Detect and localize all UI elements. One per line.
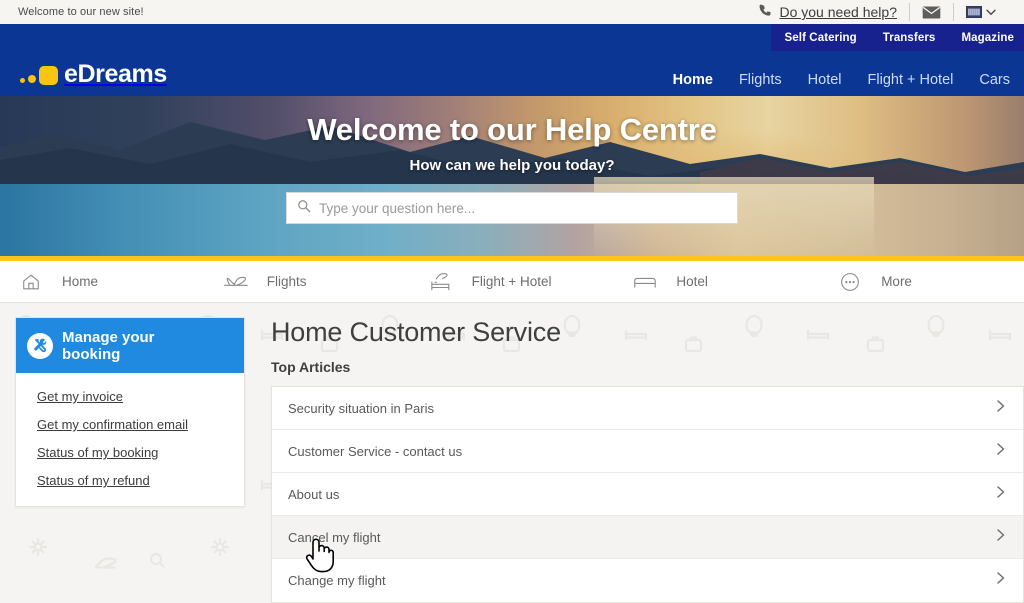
page-title: Home Customer Service [271, 317, 561, 347]
article-row-security-situation-in-paris[interactable]: Security situation in Paris [272, 387, 1023, 430]
chevron-right-icon [995, 441, 1007, 462]
subnav-item-magazine[interactable]: Magazine [961, 32, 1014, 44]
logo-dot-small-icon [20, 78, 25, 83]
article-row-change-my-flight[interactable]: Change my flight [272, 559, 1023, 602]
article-label: Customer Service - contact us [288, 443, 463, 459]
article-row-customer-service-contact-us[interactable]: Customer Service - contact us [272, 430, 1023, 473]
page-body: Manage your booking Get my invoice Get m… [0, 303, 1024, 603]
manage-booking-links: Get my invoice Get my confirmation email… [16, 373, 244, 506]
top-articles-list: Security situation in Paris Customer Ser… [271, 386, 1024, 603]
help-search-box[interactable] [286, 192, 738, 224]
chevron-right-icon [995, 570, 1007, 591]
article-label: Change my flight [288, 573, 386, 588]
link-status-of-my-booking[interactable]: Status of my booking [16, 445, 244, 460]
chevron-right-icon [995, 527, 1007, 548]
need-help-label: Do you need help? [779, 4, 897, 20]
tools-icon [27, 332, 53, 359]
category-flight-hotel-label: Flight + Hotel [471, 274, 552, 289]
category-flight-hotel[interactable]: Flight + Hotel [410, 271, 615, 293]
manage-booking-widget: Manage your booking Get my invoice Get m… [15, 317, 245, 507]
logo-square-icon [39, 66, 58, 85]
main-content: Home Customer Service Top Articles Secur… [245, 317, 1024, 603]
category-flights-label: Flights [266, 274, 307, 289]
article-label: Cancel my flight [288, 529, 381, 545]
need-help-link[interactable]: Do you need help? [758, 3, 909, 21]
category-hotel-label: Hotel [676, 274, 708, 289]
nav-item-home[interactable]: Home [673, 72, 713, 88]
article-row-cancel-my-flight[interactable]: Cancel my flight [272, 516, 1023, 559]
airplane-icon [205, 272, 267, 292]
chevron-right-icon [995, 484, 1007, 505]
utility-actions: Do you need help? [758, 0, 1010, 24]
house-icon [0, 272, 62, 292]
envelope-icon [922, 5, 941, 19]
nav-item-hotel[interactable]: Hotel [808, 72, 842, 88]
category-nav: Home Flights Flight + Hotel Hotel More [0, 261, 1024, 303]
hero-subtitle: How can we help you today? [409, 157, 615, 174]
link-get-my-invoice[interactable]: Get my invoice [16, 389, 244, 404]
bed-airplane-icon [410, 271, 472, 293]
manage-booking-title: Manage your booking [62, 328, 155, 363]
logo-text: eDreams [64, 60, 167, 88]
article-label: About us [288, 486, 340, 502]
search-input[interactable] [319, 200, 727, 216]
chevron-down-icon [982, 5, 998, 19]
category-home[interactable]: Home [0, 272, 205, 292]
manage-booking-header: Manage your booking [16, 318, 244, 373]
primary-nav: Home Flights Hotel Flight + Hotel Cars [673, 72, 1010, 88]
category-more-label: More [881, 274, 912, 289]
chevron-right-icon [995, 398, 1007, 419]
bed-icon [614, 273, 676, 291]
phone-icon [758, 3, 773, 21]
welcome-message: Welcome to our new site! [18, 6, 144, 18]
category-flights[interactable]: Flights [205, 272, 410, 292]
nav-item-flight-hotel[interactable]: Flight + Hotel [868, 72, 954, 88]
article-row-about-us[interactable]: About us [272, 473, 1023, 516]
utility-topbar: Welcome to our new site! Do you need hel… [0, 0, 1024, 24]
hero-title: Welcome to our Help Centre [307, 112, 717, 147]
flag-icon [966, 6, 982, 18]
top-articles-heading: Top Articles [271, 359, 351, 375]
hero-yellow-strip [0, 256, 1024, 261]
edreams-logo[interactable]: eDreams [20, 60, 167, 88]
secondary-nav: Self Catering Transfers Magazine [770, 24, 1024, 51]
article-label: Security situation in Paris [288, 400, 434, 416]
nav-item-flights[interactable]: Flights [739, 72, 782, 88]
ellipsis-circle-icon [819, 272, 881, 292]
site-header: Self Catering Transfers Magazine eDreams… [0, 24, 1024, 96]
category-more[interactable]: More [819, 272, 1024, 292]
nav-item-cars[interactable]: Cars [979, 72, 1010, 88]
subnav-item-transfers[interactable]: Transfers [883, 32, 936, 44]
mail-button[interactable] [910, 5, 953, 19]
hero-banner: Welcome to our Help Centre How can we he… [0, 96, 1024, 261]
category-home-label: Home [62, 274, 99, 289]
category-hotel[interactable]: Hotel [614, 273, 819, 291]
link-get-my-confirmation-email[interactable]: Get my confirmation email [16, 417, 244, 432]
search-icon [297, 199, 311, 218]
subnav-item-self-catering[interactable]: Self Catering [785, 32, 857, 44]
logo-dot-medium-icon [28, 75, 36, 83]
link-status-of-my-refund[interactable]: Status of my refund [16, 473, 244, 488]
language-selector[interactable] [954, 5, 1010, 19]
